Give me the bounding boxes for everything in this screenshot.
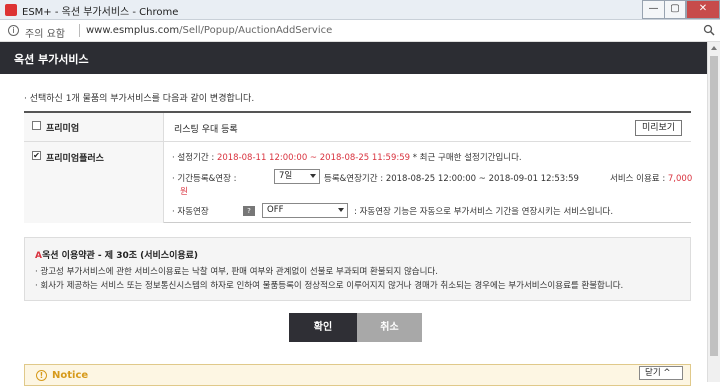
terms-heading-text: 옥션 이용약관 - 제 30조 (서비스이용료) bbox=[41, 251, 199, 261]
window-title: ESM+ - 옥션 부가서비스 - Chrome bbox=[22, 7, 179, 18]
terms-heading: A옥션 이용약관 - 제 30조 (서비스이용료) bbox=[35, 248, 198, 261]
address-bar[interactable]: i 주의 요함 www.esmplus.com/Sell/Popup/Aucti… bbox=[0, 20, 720, 42]
period-select-value: 7일 bbox=[279, 171, 293, 181]
extend-label: · 기간등록&연장 : bbox=[172, 174, 237, 184]
service-table: 프리미엄 리스팅 우대 등록 미리보기 ✔ 프리미엄플러스 · 설정기간 : 2… bbox=[24, 111, 692, 223]
service-fee: 서비스 이용료 : 7,000 bbox=[610, 172, 692, 184]
confirm-button[interactable]: 확인 bbox=[289, 313, 357, 342]
extend-line: · 기간등록&연장 : bbox=[172, 172, 237, 184]
set-period-label: · 설정기간 : bbox=[172, 153, 217, 163]
scroll-up-arrow-icon[interactable] bbox=[711, 46, 717, 50]
warning-icon: ! bbox=[36, 370, 47, 381]
terms-box: A옥션 이용약관 - 제 30조 (서비스이용료) · 광고성 부가서비스에 관… bbox=[24, 237, 691, 301]
notice-title: Notice bbox=[52, 370, 89, 381]
info-icon[interactable]: i bbox=[8, 25, 19, 36]
terms-heading-mark: A bbox=[35, 251, 42, 261]
close-window-button[interactable]: ✕ bbox=[686, 0, 720, 19]
notice-bar: ! Notice 닫기 ^ bbox=[24, 364, 691, 386]
popup-title: 옥션 부가서비스 bbox=[14, 53, 89, 66]
cancel-button[interactable]: 취소 bbox=[357, 313, 422, 342]
auto-extend-label: · 자동연장 bbox=[172, 207, 209, 217]
notice-close-button[interactable]: 닫기 ^ bbox=[639, 366, 683, 380]
premium-plus-name: 프리미엄플러스 bbox=[46, 154, 104, 164]
security-status: 주의 요함 bbox=[25, 29, 65, 40]
service-label-cell: ✔ 프리미엄플러스 bbox=[24, 142, 164, 223]
premium-plus-checkbox[interactable]: ✔ bbox=[32, 151, 41, 160]
auto-extend-value: OFF bbox=[267, 205, 284, 215]
terms-line-1: · 광고성 부가서비스에 관한 서비스이용료는 낙찰 여부, 판매 여부와 관계… bbox=[35, 267, 438, 277]
chevron-down-icon bbox=[338, 208, 344, 212]
service-fee-unit: 원 bbox=[180, 187, 188, 197]
premium-description: 리스팅 우대 등록 bbox=[174, 125, 238, 135]
app-icon bbox=[5, 4, 17, 16]
auto-extend-select[interactable]: OFF bbox=[262, 203, 348, 218]
premium-checkbox[interactable] bbox=[32, 121, 41, 130]
extend-period-text: 등록&연장기간 : 2018-08-25 12:00:00 ~ 2018-09-… bbox=[324, 174, 579, 184]
help-icon[interactable]: ? bbox=[243, 206, 255, 216]
maximize-button[interactable]: ▢ bbox=[664, 0, 686, 19]
scrollbar-thumb[interactable] bbox=[710, 56, 718, 356]
vertical-scrollbar[interactable] bbox=[707, 42, 720, 382]
url-domain: www.esmplus.com bbox=[86, 25, 180, 36]
period-select[interactable]: 7일 bbox=[274, 169, 320, 184]
service-fee-amount: 7,000 bbox=[667, 174, 693, 184]
terms-line-2: · 회사가 제공하는 서비스 또는 정보통신시스템의 하자로 인하여 물품등록이… bbox=[35, 281, 624, 291]
service-row-premium-plus: ✔ 프리미엄플러스 · 설정기간 : 2018-08-11 12:00:00 ~… bbox=[24, 142, 692, 223]
set-period-value: 2018-08-11 12:00:00 ~ 2018-08-25 11:59:5… bbox=[216, 153, 411, 163]
address-divider bbox=[79, 24, 80, 37]
window-titlebar: ESM+ - 옥션 부가서비스 - Chrome — ▢ ✕ bbox=[0, 0, 720, 20]
preview-button[interactable]: 미리보기 bbox=[635, 120, 682, 136]
url-path: /Sell/Popup/AuctionAddService bbox=[179, 25, 333, 36]
chevron-down-icon bbox=[310, 174, 316, 178]
service-label-cell: 프리미엄 bbox=[24, 113, 164, 141]
premium-name: 프리미엄 bbox=[46, 124, 80, 134]
auto-extend-note: : 자동연장 기능은 자동으로 부가서비스 기간을 연장시키는 서비스입니다. bbox=[354, 207, 614, 217]
service-row-premium: 프리미엄 리스팅 우대 등록 미리보기 bbox=[24, 113, 691, 142]
set-period-line: · 설정기간 : 2018-08-11 12:00:00 ~ 2018-08-2… bbox=[172, 151, 522, 163]
popup-header: 옥션 부가서비스 bbox=[0, 42, 707, 74]
set-period-note: * 최근 구매한 설정기간입니다. bbox=[410, 153, 522, 163]
zoom-icon[interactable] bbox=[703, 24, 715, 36]
description-text: · 선택하신 1개 물품의 부가서비스를 다음과 같이 변경합니다. bbox=[24, 94, 255, 104]
service-fee-label: 서비스 이용료 : bbox=[610, 174, 668, 184]
url-text[interactable]: www.esmplus.com/Sell/Popup/AuctionAddSer… bbox=[86, 25, 332, 36]
minimize-button[interactable]: — bbox=[642, 0, 664, 19]
